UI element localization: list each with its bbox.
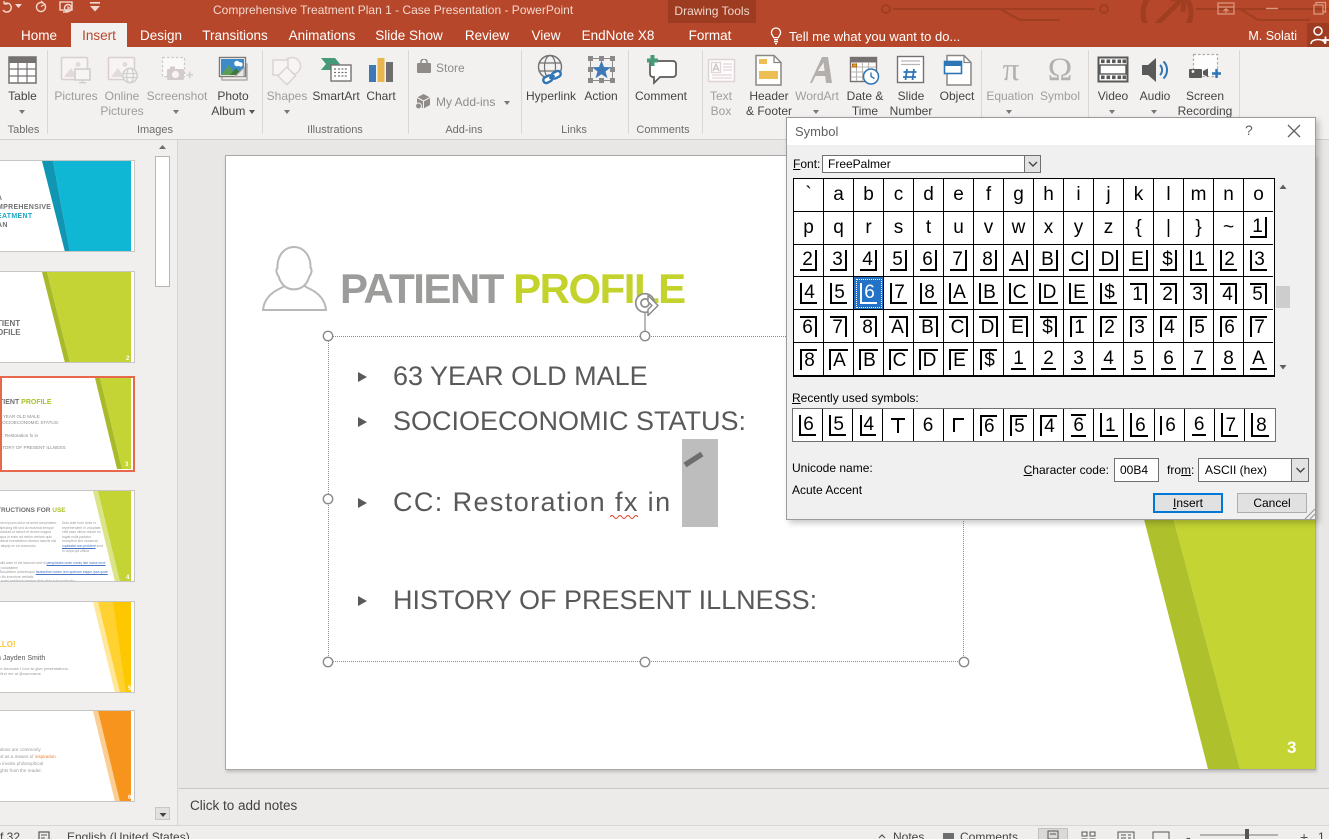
svg-text:5: 5	[128, 686, 132, 692]
svg-text:6: 6	[128, 795, 132, 801]
svg-text:3: 3	[1287, 738, 1296, 757]
